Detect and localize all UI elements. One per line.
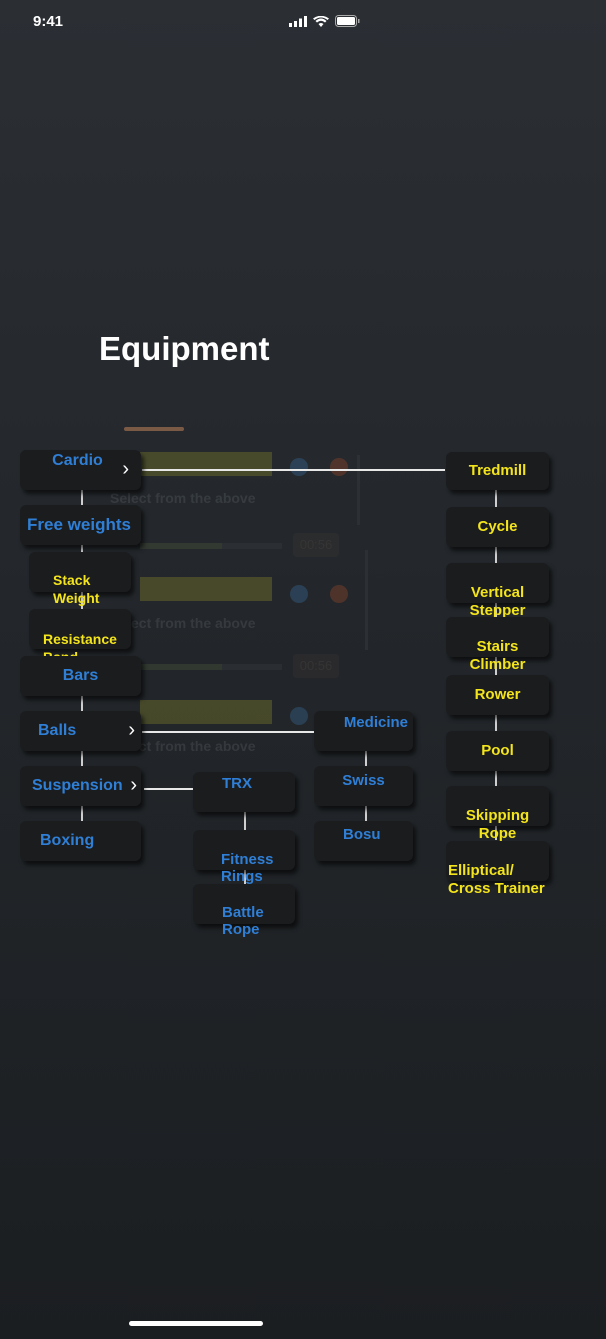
cardio-item-stairs-climber[interactable]: Stairs Climber xyxy=(446,617,549,673)
cardio-item-cycle-label: Cycle xyxy=(477,518,518,535)
category-balls-label: Balls xyxy=(38,722,77,739)
category-stack-weight[interactable]: Stack Weight xyxy=(29,552,131,606)
background-timer-1: 00:56 xyxy=(293,533,339,557)
cardio-item-treadmill-label: Tredmill xyxy=(468,462,527,479)
background-hint-1: Select from the above xyxy=(110,490,256,506)
category-boxing[interactable]: Boxing xyxy=(20,821,141,861)
suspension-item-battle-rope-label: Battle Rope xyxy=(222,904,264,938)
category-bars-label: Bars xyxy=(62,667,99,684)
chevron-right-icon: › xyxy=(128,719,135,741)
suspension-item-trx-label: TRX xyxy=(222,775,252,792)
background-timer-2: 00:56 xyxy=(293,654,339,678)
category-resistance-band[interactable]: Resistance Band xyxy=(29,609,131,665)
ball-item-swiss-label: Swiss xyxy=(342,772,385,789)
cardio-item-elliptical-label: Elliptical/ Cross Trainer xyxy=(448,862,545,897)
ball-item-medicine[interactable]: Medicine xyxy=(314,711,413,751)
suspension-item-trx[interactable]: TRX xyxy=(193,772,295,812)
ball-item-bosu-label: Bosu xyxy=(343,826,381,843)
cardio-item-pool[interactable]: Pool xyxy=(446,731,549,771)
cardio-item-rower-label: Rower xyxy=(474,686,521,703)
chevron-right-icon: › xyxy=(130,774,137,796)
suspension-item-battle-rope[interactable]: Battle Rope xyxy=(193,884,295,938)
cardio-item-rower[interactable]: Rower xyxy=(446,675,549,715)
cardio-item-pool-label: Pool xyxy=(481,742,514,759)
category-free-weights-label: Free weights xyxy=(27,515,131,534)
category-boxing-label: Boxing xyxy=(40,832,95,849)
chevron-right-icon: › xyxy=(122,458,129,480)
category-suspension[interactable]: Suspension › xyxy=(20,766,141,806)
cardio-item-skipping-rope-label: Skipping Rope xyxy=(465,807,530,842)
cardio-item-skipping-rope[interactable]: Skipping Rope xyxy=(446,786,549,842)
balls-connector-line xyxy=(142,731,314,733)
cardio-item-treadmill[interactable]: Tredmill xyxy=(446,452,549,490)
category-free-weights[interactable]: Free weights xyxy=(20,505,141,545)
home-indicator[interactable] xyxy=(129,1321,263,1326)
cardio-connector-line xyxy=(142,469,445,471)
category-suspension-label: Suspension xyxy=(32,777,123,794)
category-bars[interactable]: Bars xyxy=(20,656,141,696)
category-cardio[interactable]: Cardio › xyxy=(20,450,141,490)
background-hint-2: Select from the above xyxy=(110,615,256,631)
cardio-item-stairs-climber-label: Stairs Climber xyxy=(469,638,526,673)
ball-item-medicine-label: Medicine xyxy=(343,714,408,731)
ball-item-bosu[interactable]: Bosu xyxy=(314,821,413,861)
category-stack-weight-label: Stack Weight xyxy=(53,572,100,606)
cardio-item-vertical-stepper[interactable]: Vertical Stepper xyxy=(446,563,549,619)
cardio-item-cycle[interactable]: Cycle xyxy=(446,507,549,547)
suspension-connector-line xyxy=(144,788,194,790)
cardio-item-elliptical[interactable]: Elliptical/ Cross Trainer xyxy=(446,841,549,897)
suspension-item-fitness-rings-label: Fitness Rings xyxy=(221,851,274,885)
ball-item-swiss[interactable]: Swiss xyxy=(314,766,413,806)
cardio-item-vertical-stepper-label: Vertical Stepper xyxy=(469,584,526,619)
category-balls[interactable]: Balls › xyxy=(20,711,141,751)
suspension-item-fitness-rings[interactable]: Fitness Rings xyxy=(193,830,295,885)
